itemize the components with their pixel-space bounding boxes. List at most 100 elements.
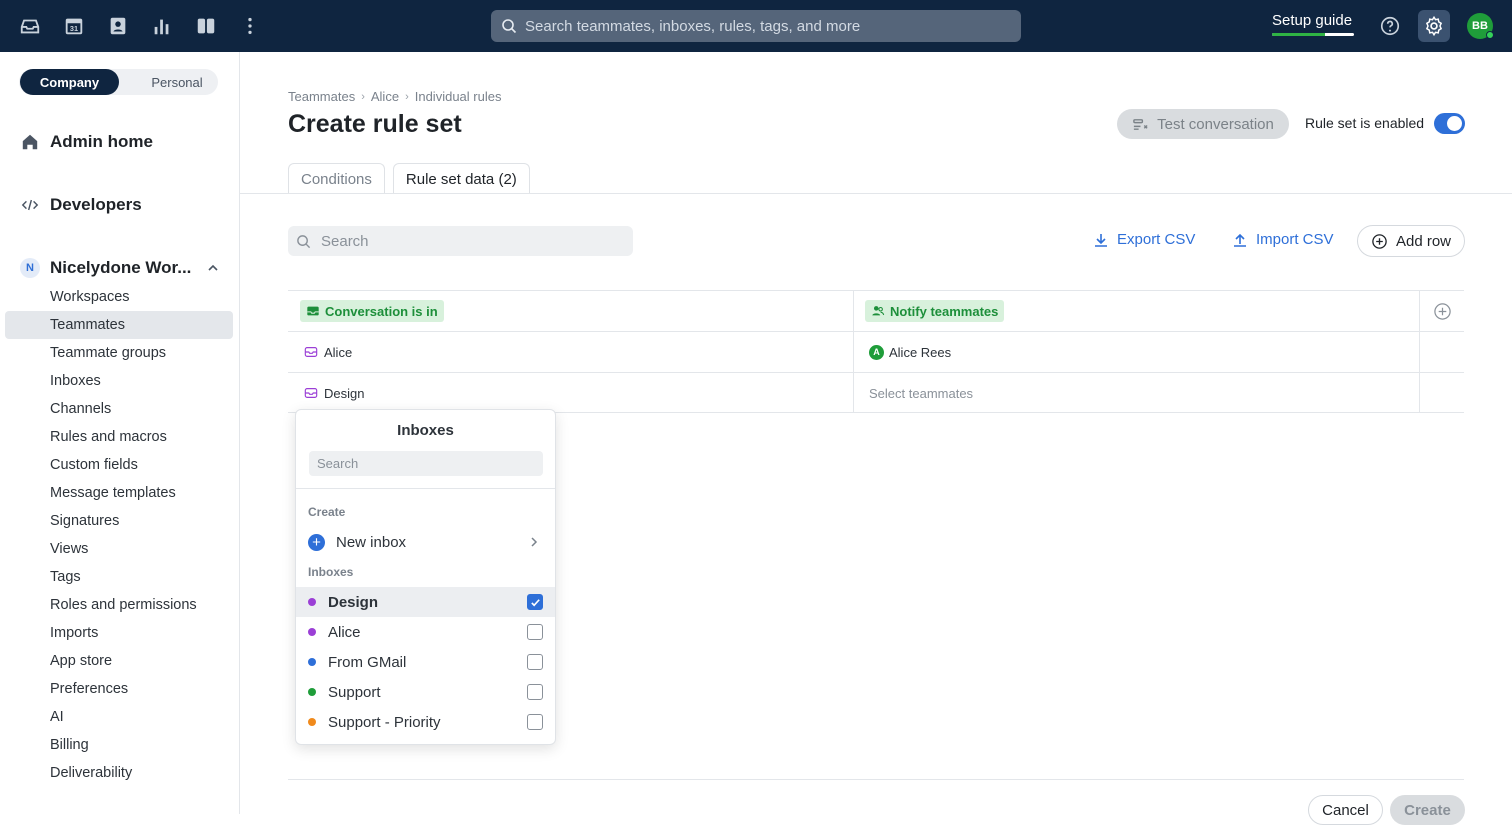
dropdown-search-input[interactable] [317,456,537,471]
inbox-cell[interactable]: Alice [288,332,853,372]
setup-guide[interactable]: Setup guide [1272,12,1356,36]
col2-label: Notify teammates [890,303,999,319]
import-csv-button[interactable]: Import CSV [1232,231,1334,248]
breadcrumb-item[interactable]: Teammates [288,89,355,104]
sidebar-item-inboxes[interactable]: Inboxes [5,367,233,395]
inbox-option-label: Design [328,593,379,611]
inbox-color-dot [308,688,316,696]
help-icon[interactable] [1378,14,1402,38]
sidebar-item-preferences[interactable]: Preferences [5,675,233,703]
sidebar-item-views[interactable]: Views [5,535,233,563]
inbox-options: Design Alice From GMail Support Support - Pr… [296,587,555,737]
dropdown-title: Inboxes [397,422,454,439]
inbox-checkbox[interactable] [527,624,543,640]
settings-button[interactable] [1418,10,1450,42]
test-conversation-button[interactable]: Test conversation [1117,109,1289,139]
test-conversation-label: Test conversation [1157,115,1274,133]
workspace-badge: N [20,258,40,278]
inbox-option[interactable]: From GMail [296,647,555,677]
top-bar: 31 Setup guide BB [0,0,1512,52]
column-header-notify-teammates[interactable]: Notify teammates [853,291,1419,331]
cancel-button[interactable]: Cancel [1308,795,1383,825]
chevron-right-icon: › [361,90,365,103]
admin-home-link[interactable]: Admin home [20,132,153,152]
company-tab[interactable]: Company [20,69,119,95]
table-search[interactable] [288,226,633,256]
sidebar-item-app-store[interactable]: App store [5,647,233,675]
admin-home-label: Admin home [50,132,153,151]
sidebar-item-deliverability[interactable]: Deliverability [5,759,233,787]
rule-enabled-toggle[interactable] [1434,113,1465,134]
global-search-input[interactable] [525,17,1005,35]
footer-divider [288,779,1464,780]
teammate-cell[interactable]: Select teammates [853,373,1419,413]
inbox-option[interactable]: Design [296,587,555,617]
setup-progress-bar [1272,33,1354,36]
row-actions-cell [1419,373,1464,413]
import-csv-label: Import CSV [1256,231,1334,248]
sidebar-nav: Workspaces Teammates Teammate groups Inboxe… [5,283,233,787]
inbox-option[interactable]: Alice [296,617,555,647]
workspace-name: Nicelydone Wor... [50,258,192,277]
table-row: Design Select teammates [288,372,1464,413]
sidebar-item-signatures[interactable]: Signatures [5,507,233,535]
calendar-icon[interactable]: 31 [62,14,86,38]
sidebar-item-roles-and-permissions[interactable]: Roles and permissions [5,591,233,619]
sidebar-item-teammates[interactable]: Teammates [5,311,233,339]
new-inbox-item[interactable]: + New inbox [296,528,555,556]
inbox-option[interactable]: Support [296,677,555,707]
sidebar-item-teammate-groups[interactable]: Teammate groups [5,339,233,367]
teammate-cell[interactable]: A Alice Rees [853,332,1419,372]
sidebar-item-channels[interactable]: Channels [5,395,233,423]
sidebar: Company Personal Admin home Developers N… [0,52,240,814]
inbox-checkbox[interactable] [527,594,543,610]
row-actions-cell [1419,332,1464,372]
test-icon [1133,118,1148,130]
sidebar-item-billing[interactable]: Billing [5,731,233,759]
create-button[interactable]: Create [1390,795,1465,825]
contacts-icon[interactable] [106,14,130,38]
tab-rule-set-data[interactable]: Rule set data (2) [392,163,530,194]
personal-tab[interactable]: Personal [137,69,217,95]
workspace-header[interactable]: N Nicelydone Wor... [20,258,220,278]
sidebar-item-custom-fields[interactable]: Custom fields [5,451,233,479]
breadcrumb-item[interactable]: Alice [371,89,399,104]
teammate-avatar: A [869,344,884,360]
teammate-name: Alice Rees [889,344,952,360]
analytics-icon[interactable] [150,14,174,38]
inbox-checkbox[interactable] [527,654,543,670]
add-row-label: Add row [1395,232,1452,250]
sidebar-item-message-templates[interactable]: Message templates [5,479,233,507]
inbox-checkbox[interactable] [527,684,543,700]
developers-link[interactable]: Developers [20,195,142,215]
inbox-checkbox[interactable] [527,714,543,730]
sidebar-item-ai[interactable]: AI [5,703,233,731]
user-avatar[interactable]: BB [1467,13,1494,39]
breadcrumb: Teammates › Alice › Individual rules [288,89,501,104]
inbox-option[interactable]: Support - Priority [296,707,555,737]
gear-icon [1425,15,1443,37]
more-icon[interactable] [238,14,262,38]
global-search[interactable] [491,10,1021,42]
inbox-cell[interactable]: Design [288,373,853,413]
sidebar-item-tags[interactable]: Tags [5,563,233,591]
table-search-input[interactable] [321,232,621,250]
page-title: Create rule set [288,110,462,138]
sidebar-item-rules-and-macros[interactable]: Rules and macros [5,423,233,451]
chevron-up-icon[interactable] [206,260,220,280]
inbox-icon[interactable] [18,14,42,38]
scope-switch: Company Personal [19,69,218,95]
sidebar-item-imports[interactable]: Imports [5,619,233,647]
breadcrumb-item[interactable]: Individual rules [415,89,502,104]
tab-conditions[interactable]: Conditions [288,163,385,194]
export-csv-button[interactable]: Export CSV [1093,231,1195,248]
split-view-icon[interactable] [194,14,218,38]
column-header-conversation-is-in[interactable]: Conversation is in [288,291,853,331]
dropdown-divider [296,488,555,489]
online-status-dot [1486,31,1494,39]
add-column-button[interactable] [1419,291,1464,331]
dropdown-search[interactable] [309,451,543,476]
add-row-button[interactable]: Add row [1357,225,1465,257]
sidebar-item-workspaces[interactable]: Workspaces [5,283,233,311]
home-icon [20,132,40,152]
